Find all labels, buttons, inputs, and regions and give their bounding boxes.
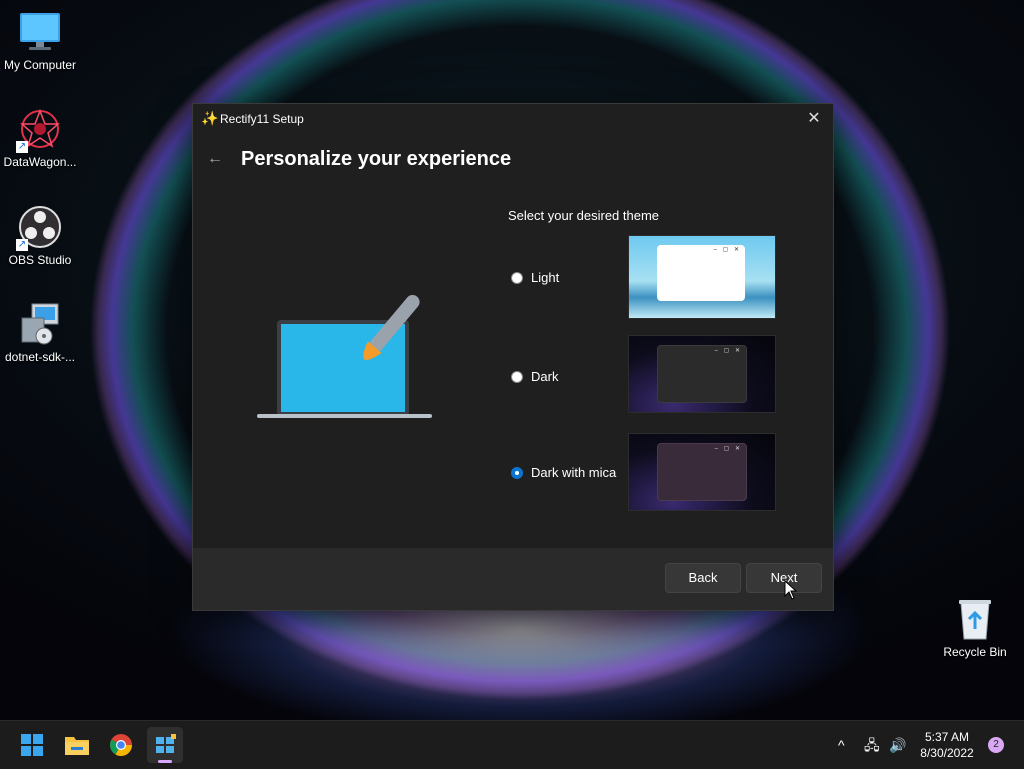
desktop-icon-my-computer[interactable]: My Computer [0,10,80,72]
desktop-icon-label: DataWagon... [3,155,77,169]
desktop-icon-label: OBS Studio [8,253,72,267]
window-title: Rectify11 Setup [220,112,304,126]
chrome-icon [110,734,132,756]
active-indicator [158,760,172,763]
start-icon [21,734,43,756]
network-icon[interactable]: 🖧 [864,721,880,769]
mouse-cursor-icon [784,580,798,600]
close-icon: ✕ [807,110,821,127]
obs-studio-icon: ↗ [16,205,62,251]
recycle-bin-icon [953,597,997,641]
desktop-icon-dotnet-sdk[interactable]: dotnet-sdk-... [0,302,80,364]
preview-dark[interactable]: – ▢ ✕ [628,335,776,413]
theme-heading: Select your desired theme [508,208,660,223]
laptop-paintbrush-illustration [257,294,437,424]
computer-icon [18,10,62,54]
radio-dark[interactable] [511,370,523,383]
back-button[interactable]: Back [665,563,741,593]
title-bar[interactable]: ✨ Rectify11 Setup ✕ [193,104,833,134]
shortcut-arrow-icon: ↗ [16,239,28,251]
time: 5:37 AM [924,730,970,744]
window-controls-icon: – ▢ ✕ [714,348,742,354]
datawagon-icon: ↗ [16,107,62,153]
date: 8/30/2022 [920,746,974,760]
desktop-icon-obs-studio[interactable]: ↗ OBS Studio [0,205,80,267]
show-hidden-icons-chevron-icon[interactable]: ^ [838,721,845,769]
radio-dark-mica[interactable] [511,466,523,479]
page-title: Personalize your experience [241,148,512,170]
file-explorer-button[interactable] [59,727,95,763]
radio-light[interactable] [511,271,523,284]
rectify11-taskbar-button[interactable] [147,727,183,763]
file-explorer-icon [65,737,89,755]
footer-bar: Back Next [193,548,833,610]
volume-icon[interactable]: 🔊 [889,721,906,769]
theme-option-dark[interactable]: Dark [511,369,558,384]
preview-window: – ▢ ✕ [657,443,747,501]
preview-window: – ▢ ✕ [657,345,747,403]
chrome-button[interactable] [103,727,139,763]
theme-option-dark-mica[interactable]: Dark with mica [511,465,616,480]
option-label-dark-mica: Dark with mica [531,465,617,480]
shortcut-arrow-icon: ↗ [16,141,28,153]
window-controls-icon: – ▢ ✕ [714,446,742,452]
installer-icon [18,302,62,346]
desktop-icon-datawagon[interactable]: ↗ DataWagon... [0,107,80,169]
back-arrow-icon[interactable]: ← [207,150,223,168]
notification-badge[interactable]: 2 [988,737,1004,753]
desktop-icon-label: My Computer [3,58,77,72]
close-button[interactable]: ✕ [803,108,825,130]
option-label-dark: Dark [531,369,559,384]
preview-window: – ▢ ✕ [657,245,745,301]
option-label-light: Light [531,270,560,285]
rectify11-icon [156,734,176,753]
desktop-icon-label: dotnet-sdk-... [4,350,76,364]
setup-window: ✨ Rectify11 Setup ✕ ← Personalize your e… [192,103,834,611]
preview-light[interactable]: – ▢ ✕ [628,235,776,319]
start-button[interactable] [14,727,50,763]
theme-option-light[interactable]: Light [511,270,559,285]
desktop-icon-recycle-bin[interactable]: Recycle Bin [935,597,1015,659]
sparkle-icon: ✨ [201,110,219,126]
window-controls-icon: – ▢ ✕ [713,247,741,253]
preview-dark-mica[interactable]: – ▢ ✕ [628,433,776,511]
clock[interactable]: 5:37 AM 8/30/2022 [912,729,982,761]
taskbar: ^ 🖧 🔊 5:37 AM 8/30/2022 2 [0,720,1024,769]
desktop-icon-label: Recycle Bin [943,645,1007,659]
